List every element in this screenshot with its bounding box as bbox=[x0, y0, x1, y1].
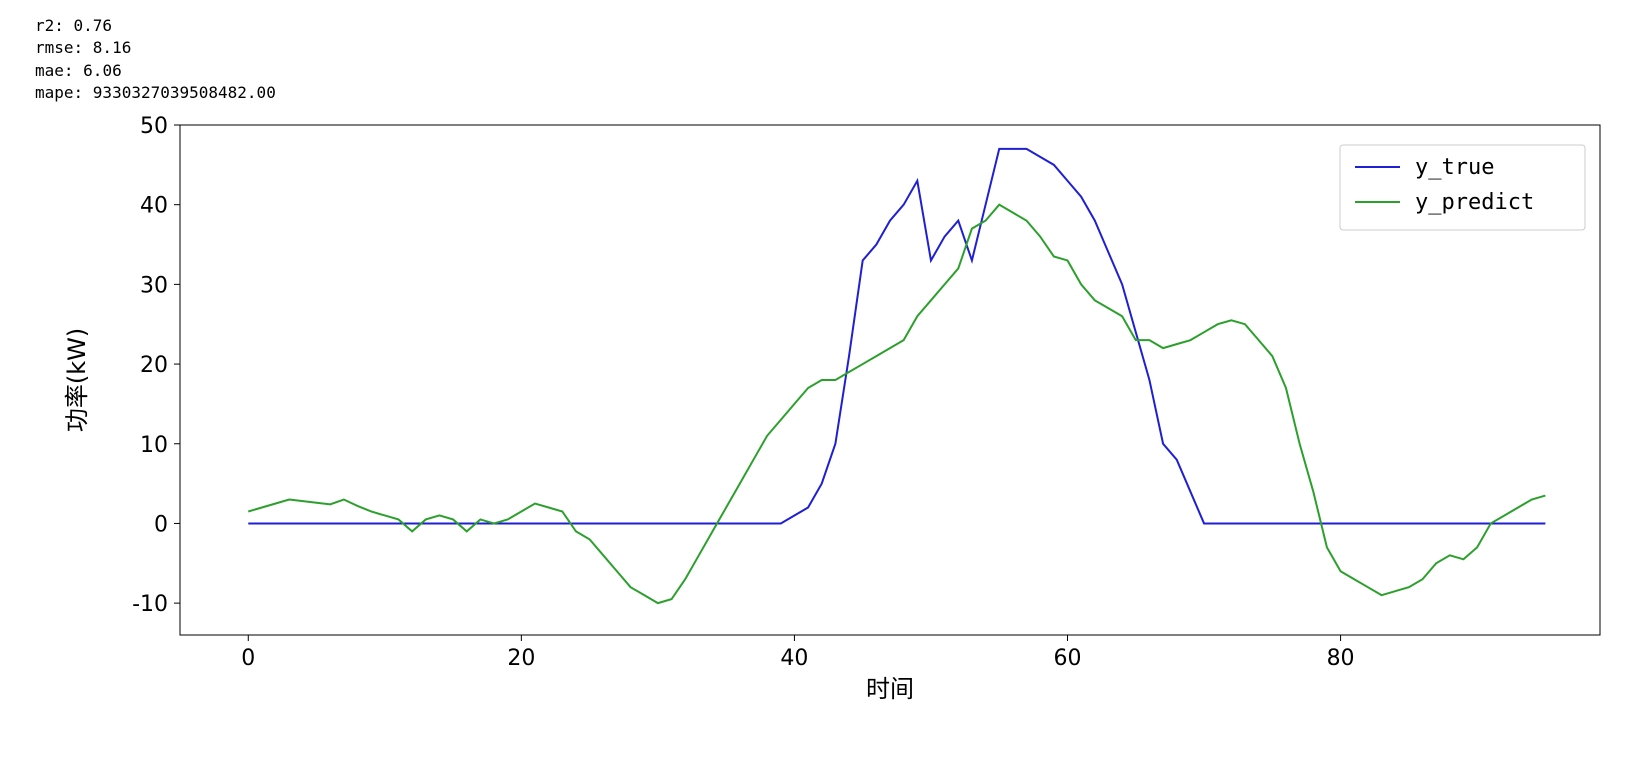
y-tick-label: 20 bbox=[140, 353, 168, 378]
y-tick-label: 30 bbox=[140, 273, 168, 298]
metric-r2: r2: 0.76 bbox=[35, 15, 276, 37]
metric-mae: mae: 6.06 bbox=[35, 60, 276, 82]
legend-label: y_true bbox=[1415, 155, 1494, 180]
chart-svg: 0 20 40 60 80 -10 0 10 20 30 40 50 时间 功率(kW) y_true y_p… bbox=[30, 115, 1620, 735]
x-tick-label: 80 bbox=[1327, 646, 1355, 671]
series-y_predict bbox=[248, 205, 1545, 603]
y-tick-label: 0 bbox=[154, 512, 168, 537]
metric-mape: mape: 9330327039508482.00 bbox=[35, 82, 276, 104]
x-tick-label: 60 bbox=[1054, 646, 1082, 671]
chart-container: 0 20 40 60 80 -10 0 10 20 30 40 50 时间 功率(kW) y_true y_p… bbox=[30, 115, 1620, 735]
x-tick-label: 0 bbox=[241, 646, 255, 671]
metric-rmse: rmse: 8.16 bbox=[35, 37, 276, 59]
y-tick-label: -10 bbox=[132, 592, 168, 617]
x-tick-label: 20 bbox=[507, 646, 535, 671]
x-axis-label: 时间 bbox=[866, 675, 914, 703]
x-tick-label: 40 bbox=[780, 646, 808, 671]
y-tick-label: 40 bbox=[140, 194, 168, 219]
y-axis-label: 功率(kW) bbox=[63, 328, 91, 432]
metrics-block: r2: 0.76 rmse: 8.16 mae: 6.06 mape: 9330… bbox=[35, 15, 276, 105]
y-tick-label: 10 bbox=[140, 433, 168, 458]
y-tick-label: 50 bbox=[140, 115, 168, 139]
legend-label: y_predict bbox=[1415, 190, 1534, 215]
